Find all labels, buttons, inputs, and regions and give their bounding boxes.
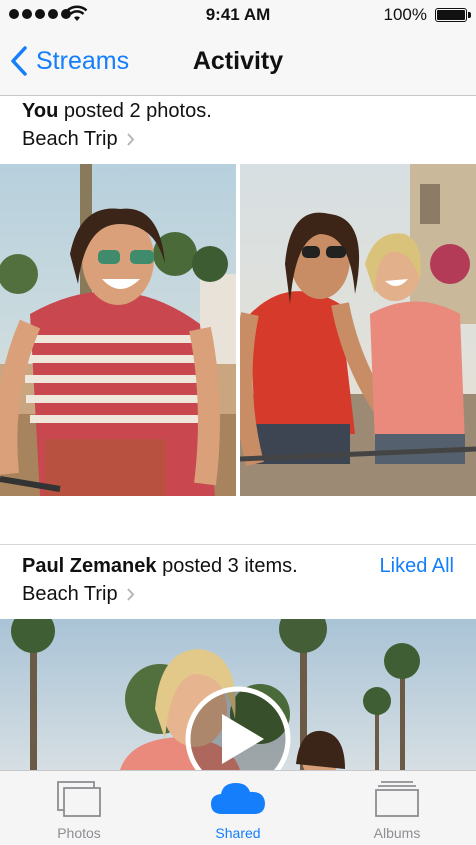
page-title: Activity [192, 47, 284, 75]
post-action: posted 2 photos. [58, 100, 212, 122]
cloud-icon [211, 783, 265, 814]
liked-all-button[interactable]: Liked All [380, 555, 455, 578]
photo-thumbnail[interactable] [0, 164, 236, 496]
post-divider [0, 544, 476, 545]
post-summary: Paul Zemanek posted 3 items. [22, 555, 298, 578]
battery-icon [435, 8, 471, 22]
tab-label: Albums [373, 825, 421, 841]
tab-bar: Photos Shared Albums [0, 770, 476, 845]
photo-thumbnail[interactable] [240, 164, 476, 496]
album-link[interactable]: Beach Trip [22, 128, 135, 151]
battery-percent: 100% [383, 5, 427, 24]
tab-shared[interactable]: Shared [159, 771, 317, 845]
navigation-bar: Streams Activity [0, 30, 476, 96]
video-thumbnail[interactable] [0, 619, 476, 770]
tab-photos[interactable]: Photos [0, 771, 158, 845]
album-link[interactable]: Beach Trip [22, 583, 135, 606]
post-summary: You posted 2 photos. [22, 100, 212, 123]
post-author: You [22, 100, 59, 122]
albums-icon [375, 781, 419, 817]
album-name: Beach Trip [22, 128, 118, 150]
tab-label: Shared [215, 825, 261, 841]
chevron-right-icon [126, 588, 134, 601]
chevron-right-icon [126, 133, 134, 146]
post-author: Paul Zemanek [22, 555, 157, 577]
album-name: Beach Trip [22, 583, 118, 605]
post-action: posted 3 items. [156, 555, 298, 577]
photos-icon [57, 781, 101, 817]
tab-label: Photos [57, 825, 101, 841]
status-bar: 9:41 AM 100% [0, 0, 476, 30]
tab-albums[interactable]: Albums [318, 771, 476, 845]
